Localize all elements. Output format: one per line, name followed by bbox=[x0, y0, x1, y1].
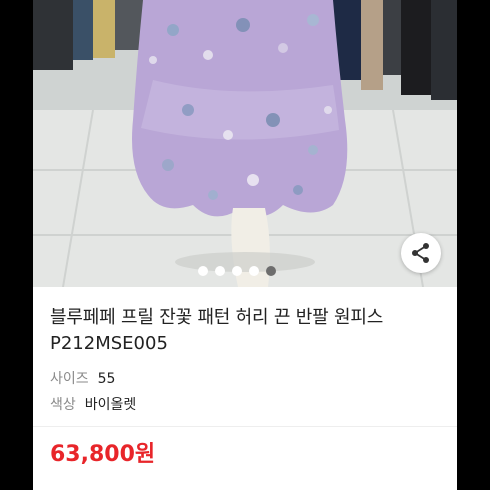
carousel-dot[interactable] bbox=[249, 266, 259, 276]
option-color-label: 색상 bbox=[50, 397, 76, 413]
product-code: P212MSE005 bbox=[50, 333, 168, 354]
product-title: 블루페페 프릴 잔꽃 패턴 허리 끈 반팔 원피스 bbox=[50, 307, 384, 328]
option-size-row: 사이즈 55 bbox=[50, 369, 450, 389]
carousel-dot-active[interactable] bbox=[266, 266, 276, 276]
share-icon bbox=[412, 243, 429, 263]
product-photo bbox=[33, 0, 457, 287]
share-button[interactable] bbox=[401, 233, 441, 273]
option-color-row: 색상 바이올렛 bbox=[50, 395, 450, 415]
carousel-dot[interactable] bbox=[232, 266, 242, 276]
option-size-label: 사이즈 bbox=[50, 371, 89, 387]
product-detail-card: 블루페페 프릴 잔꽃 패턴 허리 끈 반팔 원피스 P212MSE005 사이즈… bbox=[33, 0, 457, 490]
product-price: 63,800원 bbox=[50, 442, 156, 467]
divider bbox=[33, 426, 457, 427]
product-info: 블루페페 프릴 잔꽃 패턴 허리 끈 반팔 원피스 P212MSE005 사이즈… bbox=[50, 305, 450, 415]
product-image-carousel[interactable] bbox=[33, 0, 457, 287]
carousel-dot[interactable] bbox=[198, 266, 208, 276]
option-size-value: 55 bbox=[97, 371, 116, 387]
carousel-dot[interactable] bbox=[215, 266, 225, 276]
option-color-value: 바이올렛 bbox=[84, 397, 137, 413]
carousel-indicator bbox=[198, 266, 276, 276]
